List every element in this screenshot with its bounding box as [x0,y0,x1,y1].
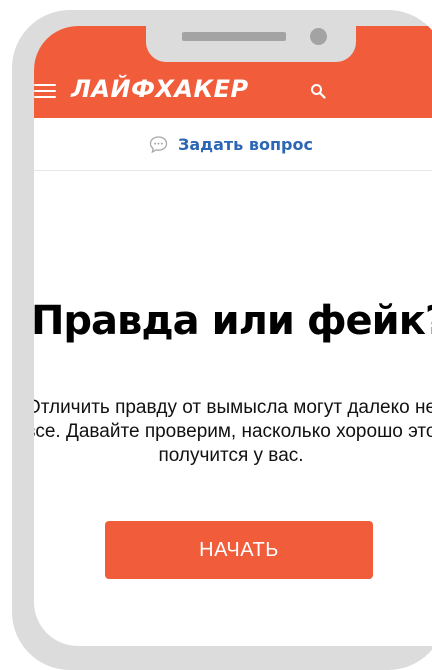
chat-bubble-icon [149,135,168,154]
start-button[interactable]: НАЧАТЬ [105,521,373,579]
phone-notch [146,26,356,62]
ask-question-link[interactable]: Задать вопрос [149,118,313,170]
quiz-description: Отличить правду от вымысла могут далеко … [34,397,432,466]
quiz-title: Правда или фейк? [34,298,432,344]
phone-screen: ЛАЙФХАКЕР Задать вопрос Правда или фейк?… [34,26,432,646]
phone-frame: ЛАЙФХАКЕР Задать вопрос Правда или фейк?… [12,10,432,670]
app-header: ЛАЙФХАКЕР [34,26,432,118]
hamburger-menu-icon[interactable] [34,82,56,100]
speaker-grille [182,32,286,41]
ask-question-label: Задать вопрос [178,134,313,154]
ask-question-bar: Задать вопрос [34,118,432,171]
front-camera [310,28,327,45]
site-logo[interactable]: ЛАЙФХАКЕР [71,75,249,103]
search-icon[interactable] [310,83,326,99]
